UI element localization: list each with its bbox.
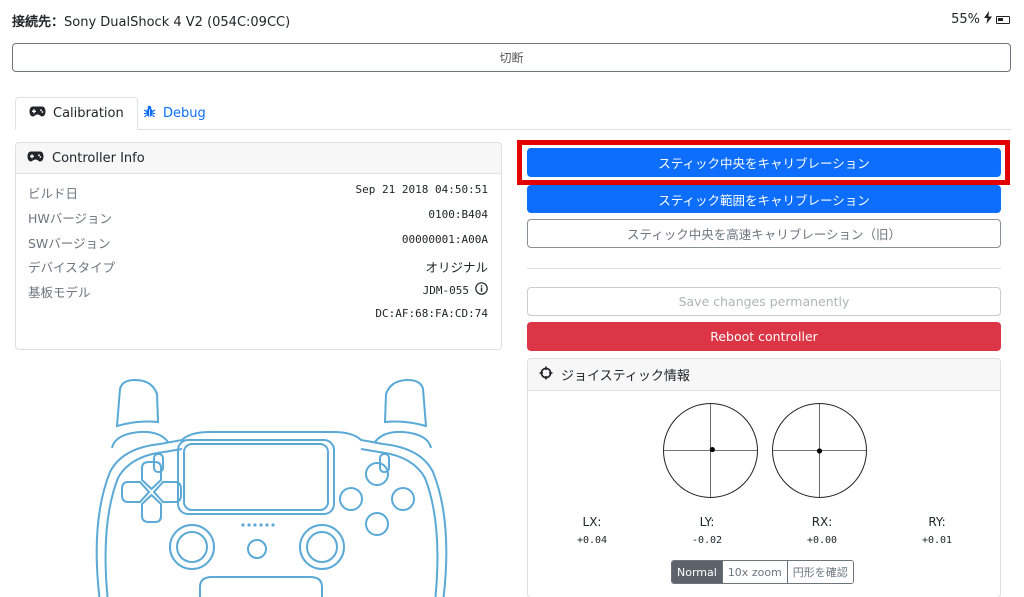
battery-status: 55% <box>951 11 1010 28</box>
info-value: 00000001:A00A <box>401 233 488 246</box>
rx-value: +0.00 <box>806 535 838 546</box>
gamepad-icon <box>29 106 46 121</box>
disconnect-button[interactable]: 切断 <box>12 43 1011 72</box>
lightning-icon <box>983 11 993 28</box>
view-mode-circle-check[interactable]: 円形を確認 <box>786 561 853 583</box>
cross-button <box>365 512 389 536</box>
circle-button <box>391 487 415 511</box>
joystick-info-header: ジョイスティック情報 <box>528 359 1000 391</box>
right-stick-position <box>816 448 823 454</box>
r1-bumper <box>374 430 432 449</box>
tab-calibration-label: Calibration <box>53 106 124 121</box>
reboot-controller-button[interactable]: Reboot controller <box>527 322 1001 351</box>
tab-bar: Calibration Debug <box>15 97 1011 130</box>
bug-icon <box>143 105 156 122</box>
lx-label: LX: <box>582 515 602 529</box>
info-value: Sep 21 2018 04:50:51 <box>355 183 488 196</box>
info-row-board-model: 基板モデル JDM-055 <box>28 282 488 302</box>
dpad-up <box>141 461 162 491</box>
info-value-board-model: JDM-055 <box>423 282 488 298</box>
view-mode-10x-zoom[interactable]: 10x zoom <box>721 561 787 583</box>
info-key: 基板モデル <box>28 285 91 300</box>
connection-label: 接続先： <box>12 15 65 30</box>
tab-debug-label: Debug <box>163 106 206 121</box>
info-value: オリジナル <box>425 260 488 275</box>
left-stick-plot <box>663 403 758 498</box>
info-key: HWバージョン <box>28 211 113 226</box>
battery-percent: 55% <box>951 12 980 27</box>
l2-trigger <box>115 378 160 428</box>
l1-bumper <box>111 430 169 449</box>
view-mode-group: Normal 10x zoom 円形を確認 <box>671 560 854 584</box>
mic-dots <box>241 523 275 527</box>
lx-value: +0.04 <box>576 535 608 546</box>
controller-info-card: Controller Info ビルド日 Sep 21 2018 04:50:5… <box>15 142 502 350</box>
controller-info-title: Controller Info <box>52 150 145 166</box>
battery-icon <box>996 15 1010 24</box>
square-button <box>339 487 363 511</box>
info-key: ビルド日 <box>28 186 79 201</box>
view-mode-normal[interactable]: Normal <box>672 561 722 583</box>
divider <box>527 268 1001 269</box>
info-row-device-type: デバイスタイプ オリジナル <box>28 257 488 277</box>
controller-info-header: Controller Info <box>16 143 501 174</box>
info-row-mac-address: DC:AF:68:FA:CD:74 <box>28 307 488 327</box>
touchpad <box>177 439 335 515</box>
rx-label: RX: <box>811 515 833 529</box>
info-row-build-date: ビルド日 Sep 21 2018 04:50:51 <box>28 183 488 203</box>
joystick-info-card: ジョイスティック情報 LX: +0.04 LY: -0.02 RX: +0.00… <box>527 358 1001 597</box>
ry-label: RY: <box>928 515 946 529</box>
dpad-left <box>121 481 151 503</box>
info-key: デバイスタイプ <box>28 260 116 275</box>
info-circle-icon[interactable] <box>475 282 488 298</box>
ps-button <box>247 539 267 559</box>
info-key: SWバージョン <box>28 236 111 251</box>
fast-calibrate-center-button[interactable]: スティック中央を高速キャリブレーション（旧） <box>527 219 1001 248</box>
info-value: 0100:B404 <box>428 208 488 221</box>
dpad-down <box>141 493 162 523</box>
board-model-value: JDM-055 <box>422 283 469 297</box>
ly-label: LY: <box>699 515 715 529</box>
dpad-right <box>152 481 182 503</box>
connection-status: 接続先：Sony DualShock 4 V2 (054C:09CC) <box>12 11 290 30</box>
highlight-box <box>517 140 1010 185</box>
right-stick-plot <box>772 403 867 498</box>
tab-debug[interactable]: Debug <box>130 97 219 130</box>
ly-value: -0.02 <box>691 535 723 546</box>
calibrate-range-button[interactable]: スティック範囲をキャリブレーション <box>527 185 1001 213</box>
triangle-button <box>365 462 389 486</box>
gamepad-icon <box>27 151 44 166</box>
info-row-sw-version: SWバージョン 00000001:A00A <box>28 233 488 253</box>
tab-calibration[interactable]: Calibration <box>15 97 138 130</box>
joystick-info-title: ジョイスティック情報 <box>561 369 690 384</box>
left-stick-position <box>709 446 715 453</box>
info-row-hw-version: HWバージョン 0100:B404 <box>28 208 488 228</box>
ry-value: +0.01 <box>921 535 953 546</box>
info-value: DC:AF:68:FA:CD:74 <box>375 307 488 320</box>
crosshair-icon <box>539 366 553 384</box>
connected-device-name: Sony DualShock 4 V2 (054C:09CC) <box>64 15 291 30</box>
r2-trigger <box>383 378 428 428</box>
controller-illustration <box>95 378 448 597</box>
save-permanently-button[interactable]: Save changes permanently <box>527 287 1001 316</box>
